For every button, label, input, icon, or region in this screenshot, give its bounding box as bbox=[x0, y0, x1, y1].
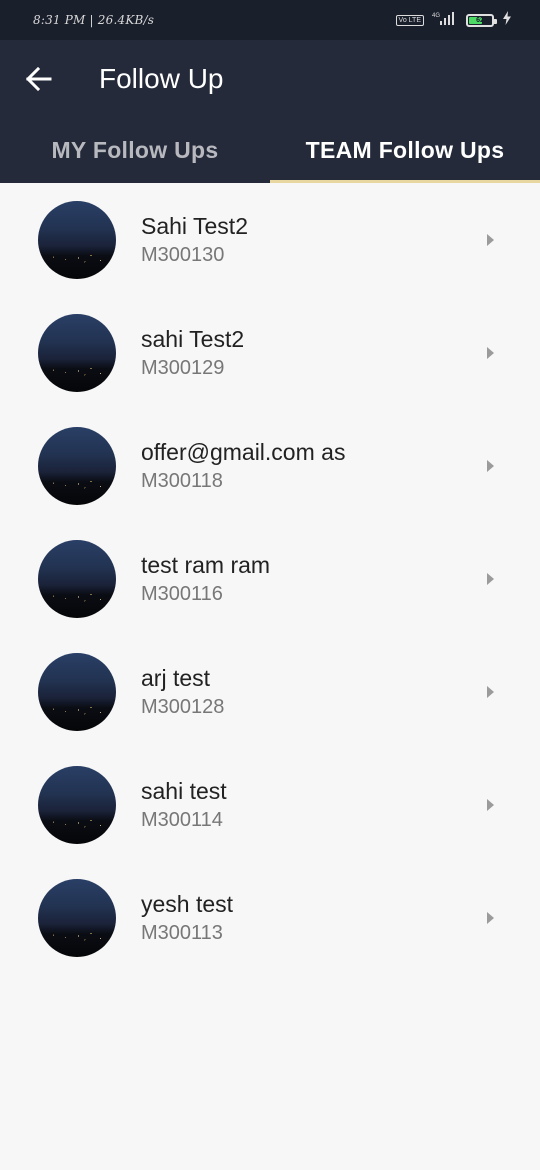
status-time-speed: 8:31 PM | 26.4KB/s bbox=[33, 13, 155, 27]
list-item-code: M300113 bbox=[141, 921, 223, 944]
list-item[interactable]: sahi test M300114 bbox=[0, 748, 540, 861]
list-item-text: arj test M300128 bbox=[141, 664, 224, 720]
chevron-right-icon bbox=[487, 798, 494, 811]
list-item[interactable]: yesh test M300113 bbox=[0, 861, 540, 974]
list-item-text: Sahi Test2 M300130 bbox=[141, 212, 248, 268]
avatar bbox=[38, 878, 116, 957]
list-item-name: sahi test bbox=[141, 777, 227, 804]
list-item-code: M300130 bbox=[141, 243, 225, 266]
follow-up-list: Sahi Test2 M300130 sahi Test2 M300129 offer@… bbox=[0, 183, 540, 974]
list-item[interactable]: test ram ram M300116 bbox=[0, 522, 540, 635]
list-item-name: Sahi Test2 bbox=[141, 212, 248, 239]
list-item-name: yesh test bbox=[141, 890, 234, 917]
list-item-name: offer@gmail.com as bbox=[141, 438, 346, 465]
list-item-code: M300118 bbox=[141, 469, 223, 492]
arrow-left-icon bbox=[26, 66, 52, 91]
list-item-text: sahi Test2 M300129 bbox=[141, 325, 244, 381]
list-item-text: sahi test M300114 bbox=[141, 777, 227, 833]
tab-bar: MY Follow Ups TEAM Follow Ups bbox=[0, 117, 540, 183]
list-item[interactable]: arj test M300128 bbox=[0, 635, 540, 748]
avatar bbox=[38, 765, 116, 844]
status-bar: 8:31 PM | 26.4KB/s Vo LTE 4G 62 bbox=[0, 0, 540, 40]
list-item-code: M300114 bbox=[141, 808, 223, 831]
list-item[interactable]: offer@gmail.com as M300118 bbox=[0, 409, 540, 522]
list-item-code: M300116 bbox=[141, 582, 223, 605]
list-item-name: test ram ram bbox=[141, 551, 271, 578]
status-icons: Vo LTE 4G 62 bbox=[395, 10, 512, 30]
list-item-name: arj test bbox=[141, 664, 211, 691]
signal-icon: 4G bbox=[432, 11, 458, 30]
avatar bbox=[38, 652, 116, 731]
chevron-right-icon bbox=[487, 572, 494, 585]
battery-level: 62 bbox=[476, 16, 484, 24]
app-bar: Follow Up bbox=[0, 40, 540, 117]
avatar bbox=[38, 313, 116, 392]
charging-icon bbox=[502, 10, 512, 30]
page-title: Follow Up bbox=[99, 62, 224, 94]
tab-team-follow-ups[interactable]: TEAM Follow Ups bbox=[270, 117, 540, 183]
avatar bbox=[38, 200, 116, 279]
chevron-right-icon bbox=[487, 911, 494, 924]
chevron-right-icon bbox=[487, 685, 494, 698]
list-item[interactable]: Sahi Test2 M300130 bbox=[0, 183, 540, 296]
network-type-label: 4G bbox=[432, 13, 440, 19]
tab-my-follow-ups[interactable]: MY Follow Ups bbox=[0, 117, 270, 183]
chevron-right-icon bbox=[487, 459, 494, 472]
avatar bbox=[38, 539, 116, 618]
back-button[interactable] bbox=[19, 59, 59, 99]
list-item-text: offer@gmail.com as M300118 bbox=[141, 438, 345, 494]
list-item-name: sahi Test2 bbox=[141, 325, 245, 352]
list-item[interactable]: sahi Test2 M300129 bbox=[0, 296, 540, 409]
list-item-code: M300129 bbox=[141, 356, 225, 379]
volte-icon: Vo LTE bbox=[395, 14, 424, 26]
battery-icon: 62 bbox=[466, 13, 497, 27]
list-item-text: test ram ram M300116 bbox=[141, 551, 270, 607]
list-item-code: M300128 bbox=[141, 695, 225, 718]
chevron-right-icon bbox=[487, 233, 494, 246]
chevron-right-icon bbox=[487, 346, 494, 359]
avatar bbox=[38, 426, 116, 505]
list-item-text: yesh test M300113 bbox=[141, 890, 233, 946]
